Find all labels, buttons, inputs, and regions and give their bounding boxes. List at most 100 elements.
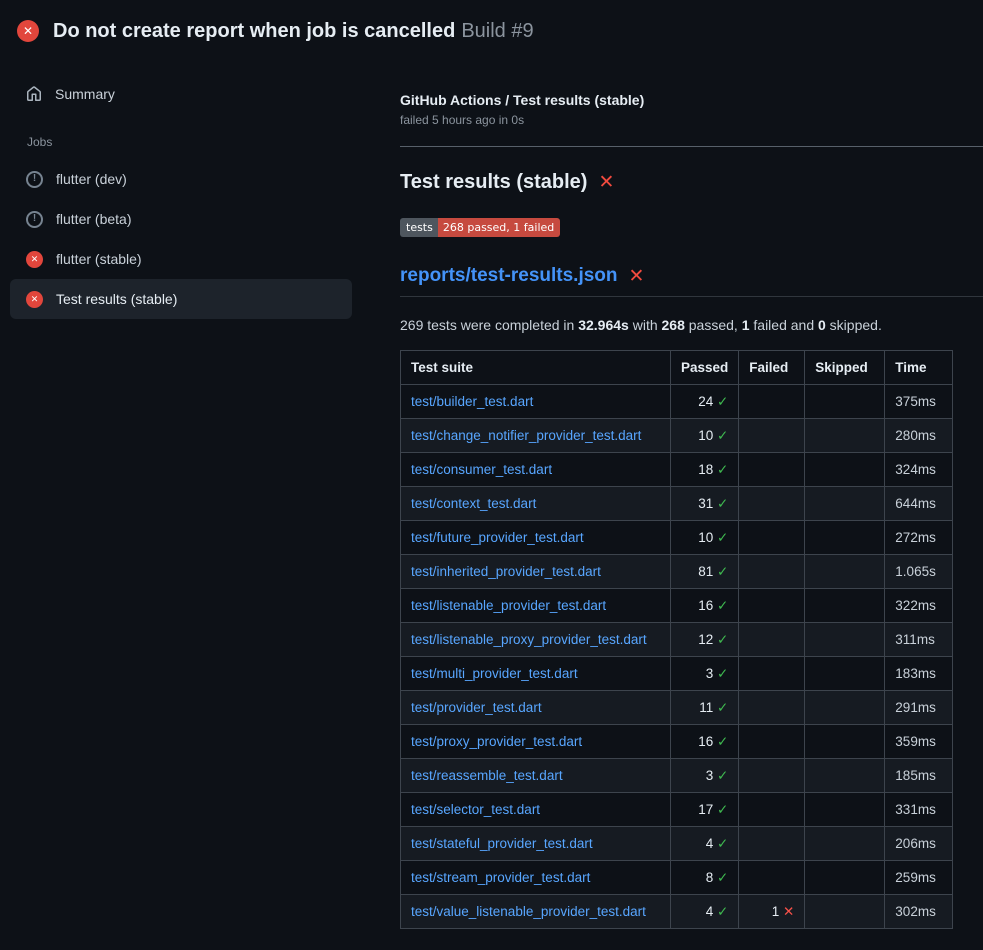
test-time-cell: 322ms bbox=[885, 589, 953, 623]
failed-count-cell bbox=[739, 589, 805, 623]
skipped-count-cell bbox=[805, 385, 885, 419]
test-suite-link[interactable]: test/provider_test.dart bbox=[411, 700, 542, 715]
sidebar-job-item[interactable]: !flutter (beta) bbox=[10, 199, 352, 239]
passed-count-cell: 31 ✓ bbox=[671, 487, 739, 521]
column-header: Skipped bbox=[805, 351, 885, 385]
test-suite-link[interactable]: test/listenable_proxy_provider_test.dart bbox=[411, 632, 647, 647]
test-suite-link[interactable]: test/reassemble_test.dart bbox=[411, 768, 563, 783]
failed-count-cell bbox=[739, 521, 805, 555]
test-time-cell: 206ms bbox=[885, 827, 953, 861]
skipped-count-cell bbox=[805, 555, 885, 589]
sidebar-job-item[interactable]: !flutter (dev) bbox=[10, 159, 352, 199]
failed-count-cell bbox=[739, 385, 805, 419]
test-suite-link[interactable]: test/inherited_provider_test.dart bbox=[411, 564, 601, 579]
skipped-count-cell bbox=[805, 895, 885, 929]
report-link[interactable]: reports/test-results.json bbox=[400, 265, 618, 287]
run-header: GitHub Actions / Test results (stable) f… bbox=[400, 92, 983, 147]
test-row: test/provider_test.dart11 ✓291ms bbox=[401, 691, 953, 725]
test-row: test/consumer_test.dart18 ✓324ms bbox=[401, 453, 953, 487]
failed-count-cell bbox=[739, 725, 805, 759]
test-suite-cell: test/listenable_proxy_provider_test.dart bbox=[401, 623, 671, 657]
test-suite-link[interactable]: test/builder_test.dart bbox=[411, 394, 533, 409]
skipped-count-cell bbox=[805, 453, 885, 487]
report-heading-row: reports/test-results.json ✕ bbox=[400, 265, 983, 297]
main-content: GitHub Actions / Test results (stable) f… bbox=[400, 58, 983, 929]
failed-count-cell bbox=[739, 691, 805, 725]
test-suite-cell: test/builder_test.dart bbox=[401, 385, 671, 419]
passed-count-cell: 17 ✓ bbox=[671, 793, 739, 827]
failed-count-cell bbox=[739, 827, 805, 861]
section-title-row: Test results (stable) ✕ bbox=[400, 171, 983, 194]
test-time-cell: 272ms bbox=[885, 521, 953, 555]
skipped-count-cell bbox=[805, 827, 885, 861]
test-suite-cell: test/multi_provider_test.dart bbox=[401, 657, 671, 691]
failed-status-icon: ✕ bbox=[26, 251, 43, 268]
test-suite-link[interactable]: test/change_notifier_provider_test.dart bbox=[411, 428, 641, 443]
jobs-section-label: Jobs bbox=[27, 135, 400, 149]
passed-count-cell: 4 ✓ bbox=[671, 827, 739, 861]
test-suite-link[interactable]: test/consumer_test.dart bbox=[411, 462, 552, 477]
layout: Summary Jobs !flutter (dev)!flutter (bet… bbox=[0, 58, 983, 929]
summary-text: passed, bbox=[685, 317, 742, 333]
summary-text: failed and bbox=[750, 317, 819, 333]
failed-count-cell bbox=[739, 555, 805, 589]
test-suite-cell: test/future_provider_test.dart bbox=[401, 521, 671, 555]
page-title: Do not create report when job is cancell… bbox=[53, 20, 455, 42]
check-icon: ✓ bbox=[717, 768, 728, 783]
check-icon: ✓ bbox=[717, 802, 728, 817]
failed-x-icon: ✕ bbox=[598, 173, 614, 192]
failed-status-icon: ✕ bbox=[17, 20, 39, 42]
passed-count-cell: 24 ✓ bbox=[671, 385, 739, 419]
passed-count-cell: 10 ✓ bbox=[671, 521, 739, 555]
test-time-cell: 302ms bbox=[885, 895, 953, 929]
test-row: test/multi_provider_test.dart3 ✓183ms bbox=[401, 657, 953, 691]
test-suite-cell: test/context_test.dart bbox=[401, 487, 671, 521]
failed-count-cell bbox=[739, 453, 805, 487]
skipped-count-cell bbox=[805, 589, 885, 623]
sidebar: Summary Jobs !flutter (dev)!flutter (bet… bbox=[0, 58, 400, 319]
test-suite-link[interactable]: test/selector_test.dart bbox=[411, 802, 540, 817]
check-icon: ✓ bbox=[717, 530, 728, 545]
check-icon: ✓ bbox=[717, 564, 728, 579]
sidebar-summary-label: Summary bbox=[55, 86, 115, 102]
test-time-cell: 185ms bbox=[885, 759, 953, 793]
jobs-list: !flutter (dev)!flutter (beta)✕flutter (s… bbox=[10, 159, 400, 319]
test-time-cell: 331ms bbox=[885, 793, 953, 827]
test-time-cell: 280ms bbox=[885, 419, 953, 453]
cross-icon: ✕ bbox=[783, 904, 794, 919]
test-suite-link[interactable]: test/context_test.dart bbox=[411, 496, 536, 511]
check-icon: ✓ bbox=[717, 904, 728, 919]
test-suite-link[interactable]: test/stream_provider_test.dart bbox=[411, 870, 590, 885]
test-suite-cell: test/listenable_provider_test.dart bbox=[401, 589, 671, 623]
failed-count-cell bbox=[739, 759, 805, 793]
test-suite-link[interactable]: test/stateful_provider_test.dart bbox=[411, 836, 593, 851]
test-results-table: Test suitePassedFailedSkippedTime test/b… bbox=[400, 350, 953, 929]
breadcrumb: GitHub Actions / Test results (stable) bbox=[400, 92, 983, 108]
passed-count-cell: 16 ✓ bbox=[671, 589, 739, 623]
badge-label: tests bbox=[400, 218, 438, 237]
summary-duration: 32.964s bbox=[578, 317, 629, 333]
test-suite-link[interactable]: test/listenable_provider_test.dart bbox=[411, 598, 606, 613]
sidebar-item-summary[interactable]: Summary bbox=[10, 74, 352, 114]
skipped-count-cell bbox=[805, 623, 885, 657]
test-row: test/value_listenable_provider_test.dart… bbox=[401, 895, 953, 929]
skipped-count-cell bbox=[805, 861, 885, 895]
failed-count-cell bbox=[739, 793, 805, 827]
test-suite-link[interactable]: test/value_listenable_provider_test.dart bbox=[411, 904, 646, 919]
skipped-count-cell bbox=[805, 487, 885, 521]
test-suite-link[interactable]: test/future_provider_test.dart bbox=[411, 530, 584, 545]
column-header: Time bbox=[885, 351, 953, 385]
passed-count-cell: 11 ✓ bbox=[671, 691, 739, 725]
summary-text: skipped. bbox=[826, 317, 882, 333]
test-suite-cell: test/proxy_provider_test.dart bbox=[401, 725, 671, 759]
sidebar-job-item[interactable]: ✕Test results (stable) bbox=[10, 279, 352, 319]
test-suite-link[interactable]: test/multi_provider_test.dart bbox=[411, 666, 578, 681]
test-row: test/selector_test.dart 17 ✓ 331ms bbox=[401, 793, 953, 827]
test-row: test/proxy_provider_test.dart16 ✓359ms bbox=[401, 725, 953, 759]
test-suite-link[interactable]: test/proxy_provider_test.dart bbox=[411, 734, 582, 749]
run-status-text: failed 5 hours ago in 0s bbox=[400, 113, 983, 127]
check-icon: ✓ bbox=[717, 836, 728, 851]
test-suite-cell: test/value_listenable_provider_test.dart bbox=[401, 895, 671, 929]
sidebar-job-item[interactable]: ✕flutter (stable) bbox=[10, 239, 352, 279]
test-row: test/context_test.dart31 ✓644ms bbox=[401, 487, 953, 521]
